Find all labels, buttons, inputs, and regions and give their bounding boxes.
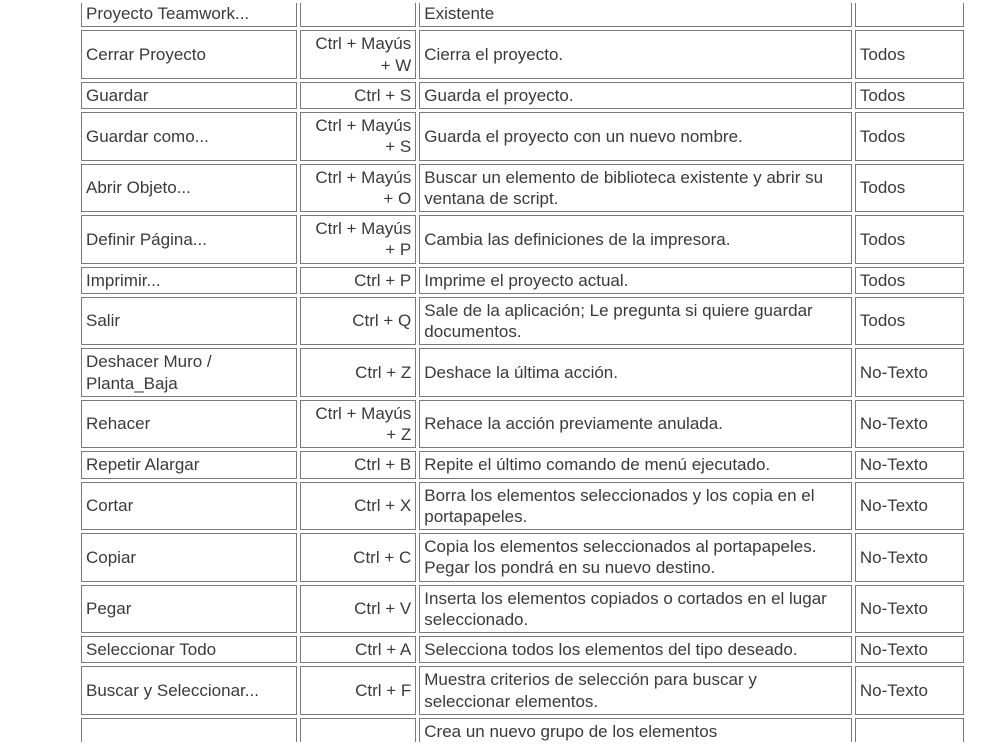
description-cell: Repite el último comando de menú ejecuta… [419,451,852,478]
scope-cell [855,3,964,27]
description-cell: Rehace la acción previamente anulada. [419,400,852,449]
scope-cell: No-Texto [855,666,964,715]
shortcut-cell [300,718,416,742]
command-cell: Proyecto Teamwork... [81,3,297,27]
table-row: Proyecto Teamwork... Existente [81,3,964,27]
command-cell: Rehacer [81,400,297,449]
scope-cell: No-Texto [855,451,964,478]
description-cell: Copia los elementos seleccionados al por… [419,533,852,582]
scope-cell: Todos [855,112,964,161]
table-row: PegarCtrl + VInserta los elementos copia… [81,585,964,634]
table-row: Cerrar ProyectoCtrl + Mayús + WCierra el… [81,30,964,79]
shortcut-cell: Ctrl + Q [300,297,416,346]
description-cell: Existente [419,3,852,27]
description-cell: Deshace la última acción. [419,348,852,397]
command-cell: Guardar [81,82,297,109]
table-row: RehacerCtrl + Mayús + ZRehace la acción … [81,400,964,449]
command-cell: Cortar [81,482,297,531]
scope-cell: Todos [855,267,964,294]
shortcut-cell: Ctrl + Z [300,348,416,397]
description-cell: Cierra el proyecto. [419,30,852,79]
scope-cell: No-Texto [855,636,964,663]
scope-cell: No-Texto [855,400,964,449]
scope-cell: Todos [855,30,964,79]
command-cell: Seleccionar Todo [81,636,297,663]
shortcut-cell: Ctrl + Mayús + W [300,30,416,79]
table-row: Deshacer Muro / Planta_BajaCtrl + ZDesha… [81,348,964,397]
description-cell: Guarda el proyecto. [419,82,852,109]
description-cell: Selecciona todos los elementos del tipo … [419,636,852,663]
shortcut-table: Proyecto Teamwork... Existente Cerrar Proy… [78,0,967,745]
scope-cell: No-Texto [855,348,964,397]
table-row: Definir Página...Ctrl + Mayús + PCambia … [81,215,964,264]
command-cell: Definir Página... [81,215,297,264]
table-row: GuardarCtrl + SGuarda el proyecto.Todos [81,82,964,109]
command-cell: Pegar [81,585,297,634]
command-cell [81,718,297,742]
table-row: Repetir AlargarCtrl + BRepite el último … [81,451,964,478]
command-cell: Repetir Alargar [81,451,297,478]
command-cell: Salir [81,297,297,346]
shortcut-cell: Ctrl + P [300,267,416,294]
shortcut-cell: Ctrl + A [300,636,416,663]
command-cell: Deshacer Muro / Planta_Baja [81,348,297,397]
table-row: SalirCtrl + QSale de la aplicación; Le p… [81,297,964,346]
description-cell: Inserta los elementos copiados o cortado… [419,585,852,634]
description-cell: Crea un nuevo grupo de los elementos [419,718,852,742]
command-cell: Abrir Objeto... [81,164,297,213]
shortcut-cell: Ctrl + B [300,451,416,478]
shortcut-cell: Ctrl + V [300,585,416,634]
table-row: Guardar como...Ctrl + Mayús + SGuarda el… [81,112,964,161]
shortcut-cell: Ctrl + C [300,533,416,582]
table-row: CortarCtrl + XBorra los elementos selecc… [81,482,964,531]
description-cell: Borra los elementos seleccionados y los … [419,482,852,531]
scope-cell: Todos [855,215,964,264]
shortcut-cell [300,3,416,27]
description-cell: Imprime el proyecto actual. [419,267,852,294]
command-cell: Copiar [81,533,297,582]
scope-cell: Todos [855,82,964,109]
shortcut-cell: Ctrl + F [300,666,416,715]
command-cell: Cerrar Proyecto [81,30,297,79]
shortcut-cell: Ctrl + X [300,482,416,531]
shortcut-cell: Ctrl + Mayús + S [300,112,416,161]
table-row: Imprimir...Ctrl + PImprime el proyecto a… [81,267,964,294]
table-row: Abrir Objeto...Ctrl + Mayús + OBuscar un… [81,164,964,213]
description-cell: Guarda el proyecto con un nuevo nombre. [419,112,852,161]
description-cell: Sale de la aplicación; Le pregunta si qu… [419,297,852,346]
shortcut-cell: Ctrl + Mayús + Z [300,400,416,449]
table-row: Crea un nuevo grupo de los elementos [81,718,964,742]
scope-cell: No-Texto [855,482,964,531]
scope-cell [855,718,964,742]
table-row: CopiarCtrl + CCopia los elementos selecc… [81,533,964,582]
description-cell: Buscar un elemento de biblioteca existen… [419,164,852,213]
shortcut-cell: Ctrl + Mayús + O [300,164,416,213]
shortcut-cell: Ctrl + S [300,82,416,109]
scope-cell: Todos [855,297,964,346]
command-cell: Imprimir... [81,267,297,294]
description-cell: Muestra criterios de selección para busc… [419,666,852,715]
scope-cell: No-Texto [855,533,964,582]
table-row: Seleccionar TodoCtrl + ASelecciona todos… [81,636,964,663]
shortcut-cell: Ctrl + Mayús + P [300,215,416,264]
table-row: Buscar y Seleccionar...Ctrl + FMuestra c… [81,666,964,715]
scope-cell: Todos [855,164,964,213]
command-cell: Guardar como... [81,112,297,161]
command-cell: Buscar y Seleccionar... [81,666,297,715]
description-cell: Cambia las definiciones de la impresora. [419,215,852,264]
scope-cell: No-Texto [855,585,964,634]
